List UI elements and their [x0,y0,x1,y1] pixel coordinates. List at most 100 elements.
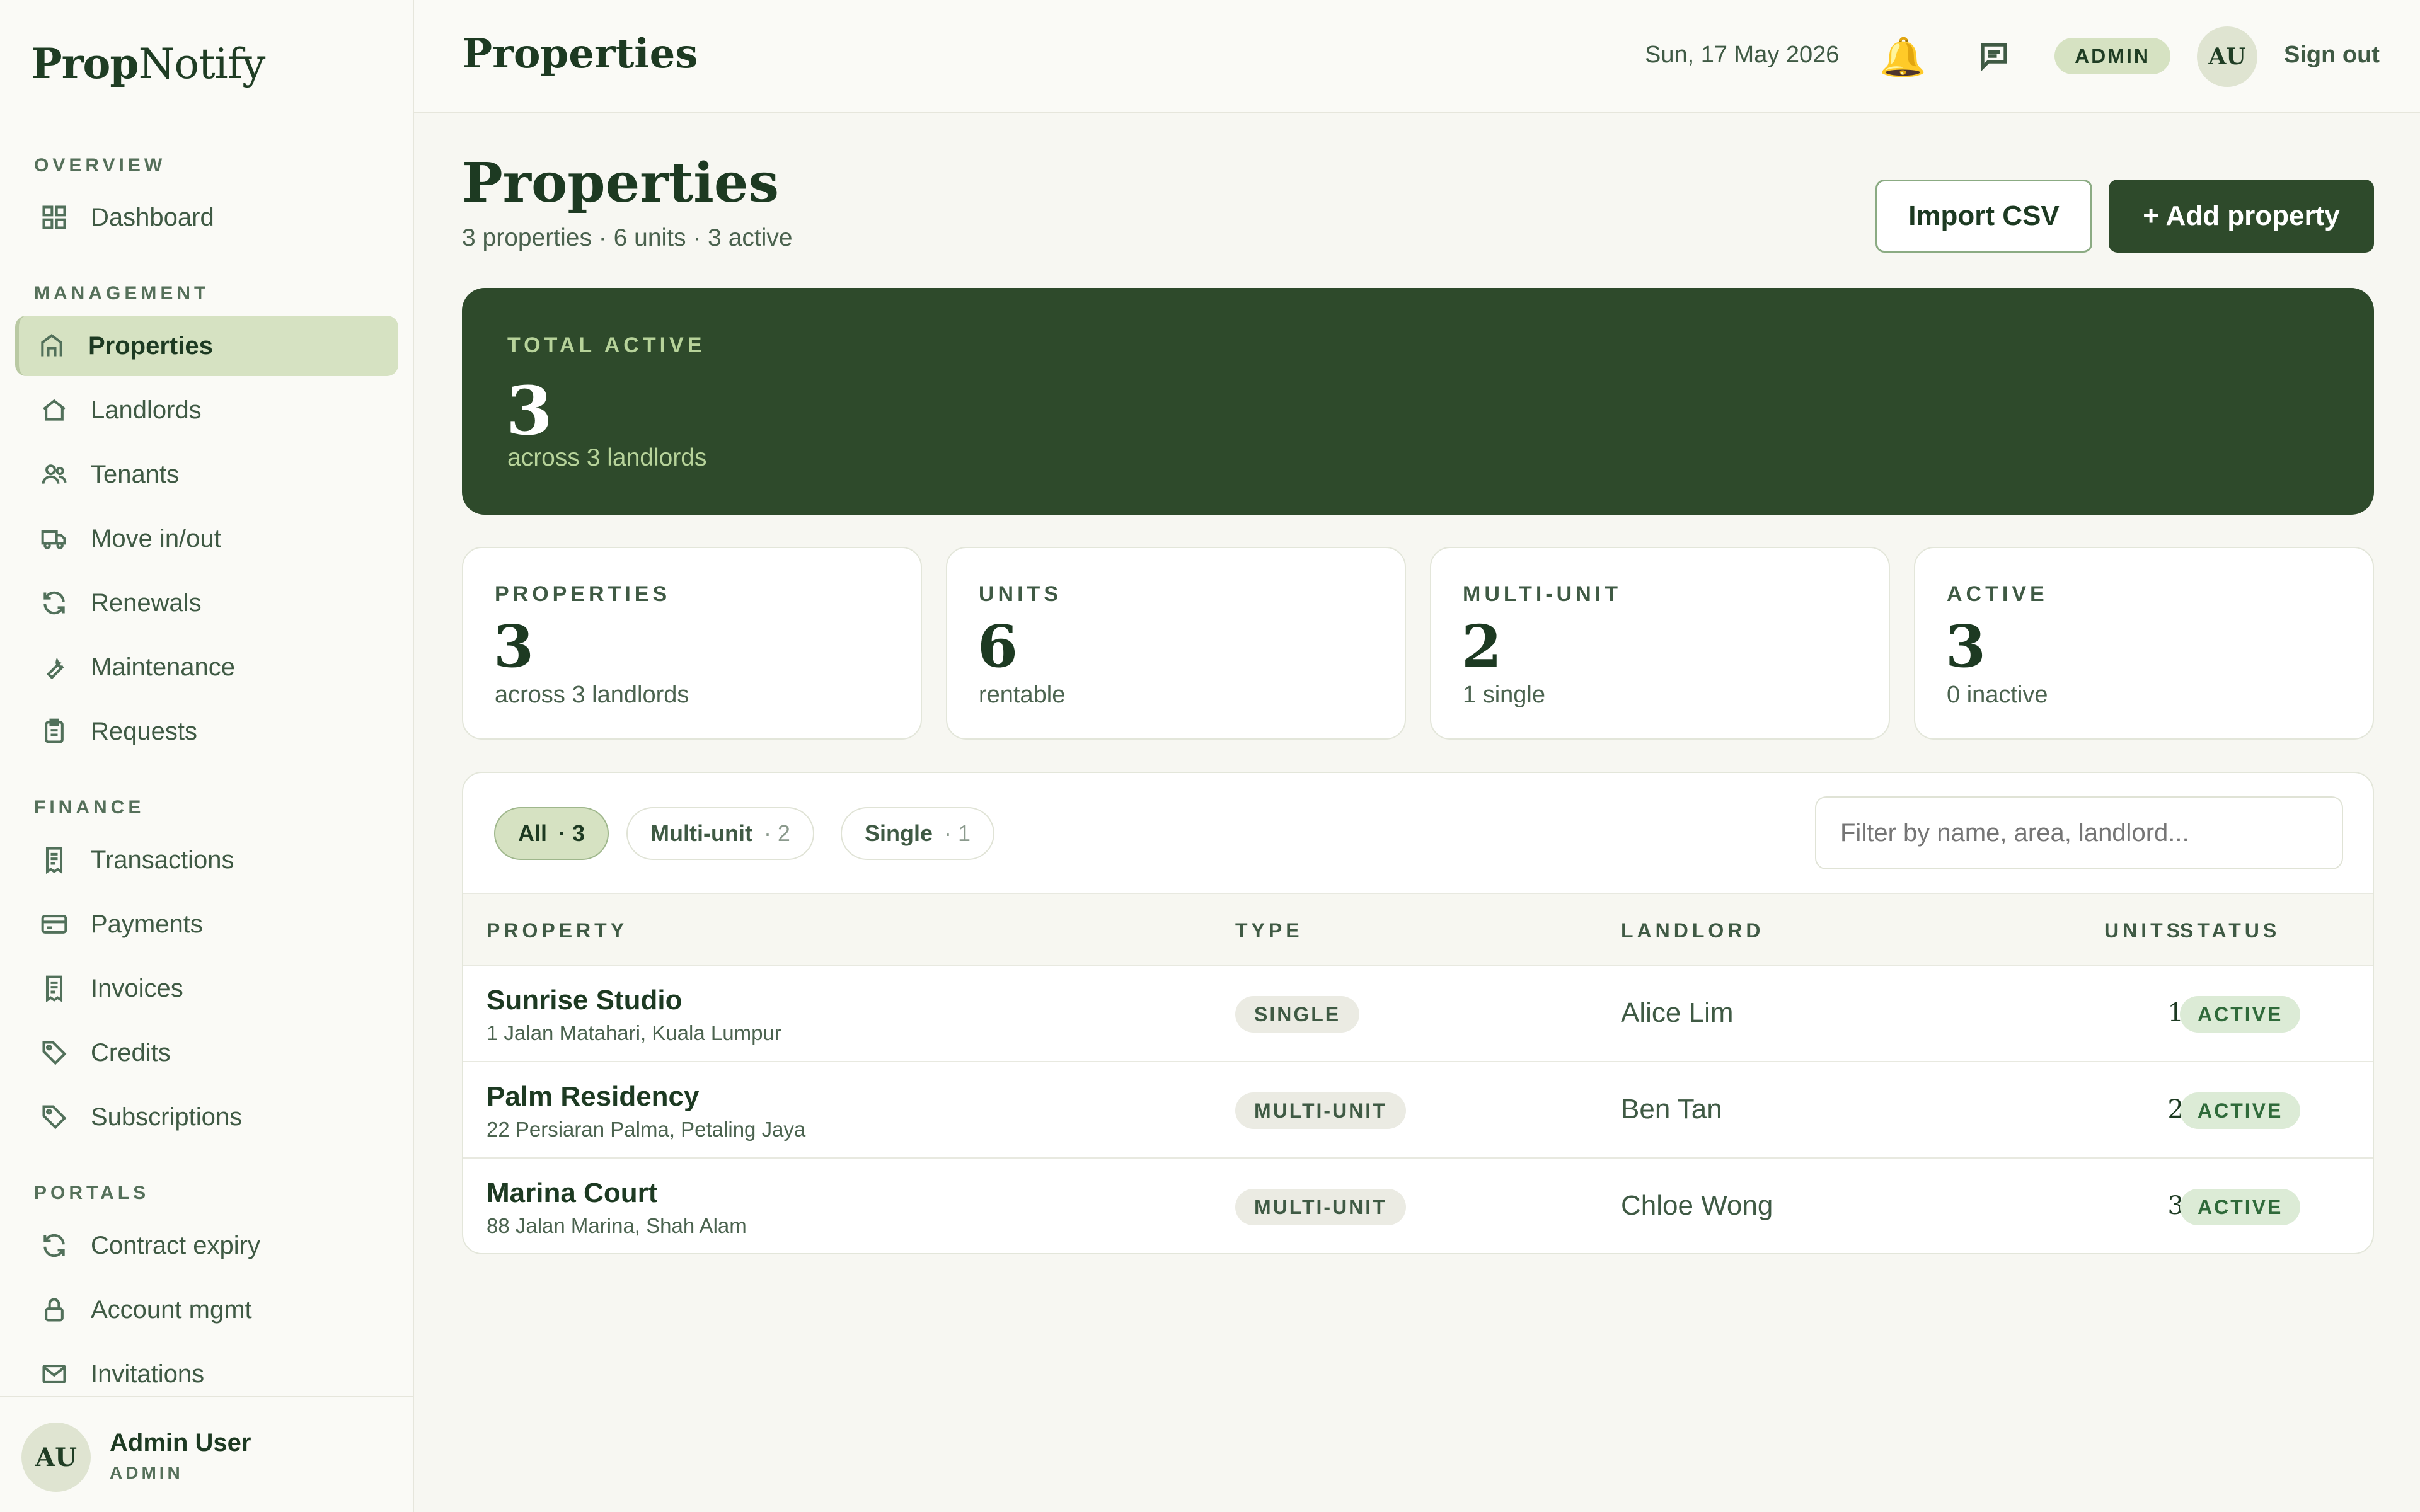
landlord-name: Chloe Wong [1621,1190,1773,1221]
property-name[interactable]: Palm Residency [487,1081,700,1113]
app-root: PropNotify OVERVIEW Dashboard MANAGEMENT… [0,0,2420,1512]
stat-subtext: across 3 landlords [495,682,689,708]
property-address: 22 Persiaran Palma, Petaling Jaya [487,1118,806,1141]
sidebar: PropNotify OVERVIEW Dashboard MANAGEMENT… [0,0,414,1512]
sidebar-item-transactions[interactable]: Transactions [15,830,398,890]
filter-chip-multi-unit[interactable]: Multi-unit · 2 [626,807,814,860]
sidebar-item-requests[interactable]: Requests [15,701,398,762]
lock-icon [45,1298,64,1322]
column-header-type[interactable]: TYPE [1235,919,1303,942]
column-header-units[interactable]: UNITS [2077,919,2184,942]
stat-subtext: 1 single [1463,682,1545,708]
unit-count: 2 [2167,1095,2184,1124]
hero-label: TOTAL ACTIVE [507,333,706,357]
brand-logo[interactable]: PropNotify [31,39,265,88]
sidebar-item-invoices[interactable]: Invoices [15,958,398,1019]
property-name[interactable]: Sunrise Studio [487,985,682,1016]
column-header-status[interactable]: STATUS [2180,919,2280,942]
home-icon [43,399,66,421]
sidebar-item-invitations[interactable]: Invitations [15,1344,398,1404]
sidebar-item-credits[interactable]: Credits [15,1022,398,1083]
tag-icon [42,1105,67,1130]
avatar[interactable]: AU [2197,26,2257,87]
sidebar-item-label: Properties [88,331,213,360]
sidebar-item-label: Renewals [91,588,202,617]
nav-section-overview: OVERVIEW [34,155,166,176]
current-date: Sun, 17 May 2026 [1645,42,1840,68]
stat-subtext: rentable [979,682,1066,708]
message-glyph [1981,43,2007,72]
unit-count: 3 [2167,1191,2184,1220]
column-header-property[interactable]: PROPERTY [487,919,628,942]
chip-count: · 1 [944,820,971,846]
sidebar-item-landlords[interactable]: Landlords [15,380,398,440]
import-csv-button[interactable]: Import CSV [1876,180,2092,253]
sidebar-item-label: Maintenance [91,653,236,681]
card-icon [41,915,67,934]
wrench-icon [46,657,64,680]
landlord-name: Ben Tan [1621,1094,1722,1125]
property-address: 1 Jalan Matahari, Kuala Lumpur [487,1021,781,1045]
sidebar-item-renewals[interactable]: Renewals [15,573,398,633]
sign-out-link[interactable]: Sign out [2284,42,2380,69]
nav-section-finance: FINANCE [34,797,145,818]
table-row[interactable]: Marina Court 88 Jalan Marina, Shah Alam … [463,1159,2373,1253]
sidebar-item-account-mgmt[interactable]: Account mgmt [15,1280,398,1340]
refresh-icon [43,1234,65,1257]
sidebar-item-label: Requests [91,717,197,745]
sidebar-item-label: Account mgmt [91,1295,252,1324]
brand-bold: Prop [31,39,139,88]
stat-subtext: 0 inactive [1947,682,2048,708]
table-row[interactable]: Sunrise Studio 1 Jalan Matahari, Kuala L… [463,966,2373,1062]
sidebar-item-payments[interactable]: Payments [15,894,398,954]
status-badge: ACTIVE [2180,1092,2301,1129]
sidebar-item-move-in-out[interactable]: Move in/out [15,508,398,569]
filter-search-input[interactable] [1815,796,2343,869]
grid-icon [42,205,66,229]
add-property-button[interactable]: + Add property [2109,180,2374,253]
landlord-name: Alice Lim [1621,997,1734,1028]
avatar: AU [21,1423,91,1492]
sidebar-item-maintenance[interactable]: Maintenance [15,637,398,697]
sidebar-user-panel[interactable]: AU Admin User ADMIN [0,1396,413,1512]
hero-value: 3 [506,371,553,450]
sidebar-item-contract-expiry[interactable]: Contract expiry [15,1215,398,1276]
property-name[interactable]: Marina Court [487,1177,657,1209]
receipt-icon [45,975,63,1002]
property-address: 88 Jalan Marina, Shah Alam [487,1214,747,1237]
type-badge: MULTI-UNIT [1235,1189,1406,1225]
sidebar-item-properties[interactable]: Properties [15,316,398,376]
table-header: PROPERTY TYPE LANDLORD UNITS STATUS [463,893,2373,966]
filter-chip-all[interactable]: All · 3 [494,807,609,860]
sidebar-item-label: Dashboard [91,203,214,231]
stat-card-active: ACTIVE 3 0 inactive [1914,547,2374,740]
chip-label: Single [865,820,933,846]
properties-table-card: All · 3 Multi-unit · 2 Single · 1 PROPERTY … [462,772,2374,1254]
refresh-icon [43,591,65,615]
bell-icon[interactable]: 🔔 [1879,35,1927,79]
stat-value: 3 [493,612,534,680]
truck-icon [41,530,66,549]
column-header-landlord[interactable]: LANDLORD [1621,919,1765,942]
message-icon[interactable] [1977,39,2011,73]
sidebar-item-tenants[interactable]: Tenants [15,444,398,505]
topbar: Properties Sun, 17 May 2026 🔔 ADMIN AU S… [414,0,2420,113]
brand-light: Notify [138,40,266,88]
sidebar-item-subscriptions[interactable]: Subscriptions [15,1087,398,1147]
sidebar-item-dashboard[interactable]: Dashboard [15,187,398,248]
sidebar-item-label: Invitations [91,1360,205,1388]
users-icon [42,464,67,484]
chip-count: · 3 [558,820,585,846]
sidebar-item-label: Subscriptions [91,1102,243,1131]
filter-chip-single[interactable]: Single · 1 [841,807,995,860]
table-row[interactable]: Palm Residency 22 Persiaran Palma, Petal… [463,1062,2373,1159]
stat-card-units: UNITS 6 rentable [946,547,1406,740]
stat-card-multi-unit: MULTI-UNIT 2 1 single [1430,547,1890,740]
chip-label: All [518,820,548,846]
stat-label: MULTI-UNIT [1463,582,1622,606]
receipt-icon [45,847,63,874]
stat-label: ACTIVE [1947,582,2048,606]
unit-count: 1 [2167,999,2184,1028]
page-title: Properties [462,151,780,215]
sidebar-item-label: Credits [91,1038,171,1067]
